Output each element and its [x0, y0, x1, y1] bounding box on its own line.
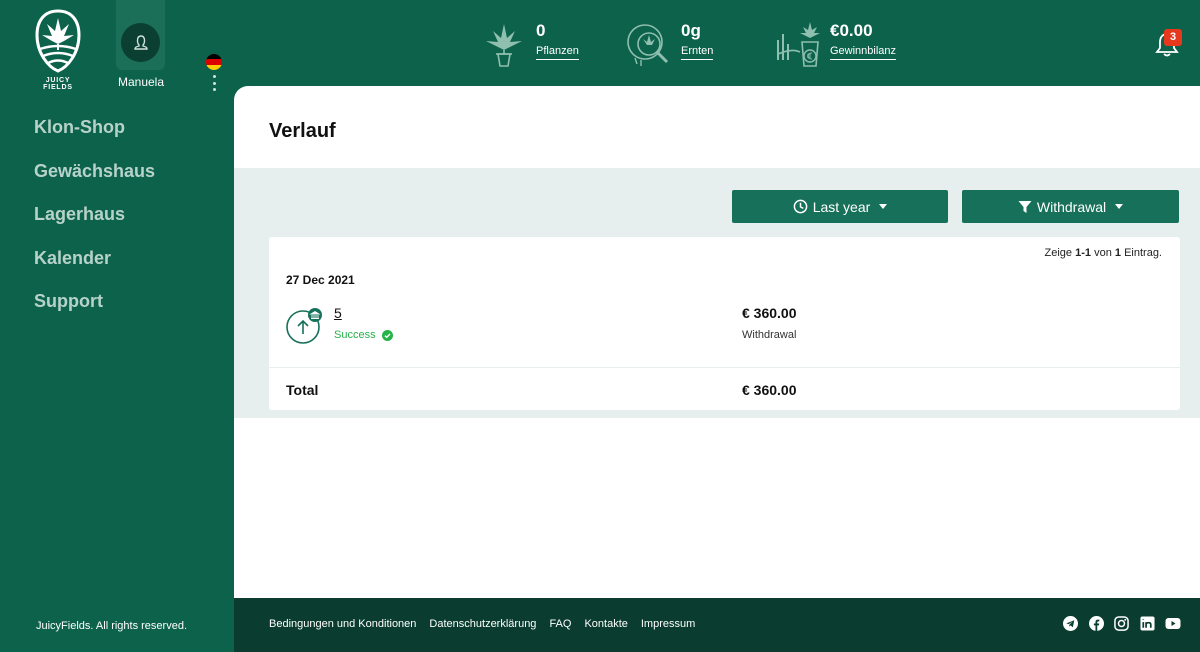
instagram-icon[interactable] — [1114, 616, 1129, 631]
sidebar: JUICY FIELDS Manuela Klon-Shop Gewächsha… — [0, 0, 234, 652]
stat-ernten[interactable]: 0g Ernten — [625, 20, 714, 68]
stat-label[interactable]: Ernten — [681, 44, 714, 60]
copyright-text: JuicyFields. All rights reserved. — [36, 620, 187, 632]
footer-link-privacy[interactable]: Datenschutzerklärung — [429, 618, 536, 630]
results-prefix: Zeige — [1044, 247, 1073, 259]
check-circle-icon — [381, 329, 393, 341]
type-filter-button[interactable]: Withdrawal — [962, 190, 1179, 223]
stat-value: €0.00 — [830, 20, 873, 40]
total-label: Total — [286, 382, 319, 398]
youtube-icon[interactable] — [1165, 616, 1181, 631]
sidebar-item-support[interactable]: Support — [34, 289, 155, 333]
results-mid: von — [1094, 247, 1112, 259]
telegram-icon[interactable] — [1063, 616, 1078, 631]
main-panel: Verlauf Last year Withdrawal Zeige 1-1 v… — [234, 86, 1200, 598]
period-filter-label: Last year — [812, 198, 871, 215]
user-name[interactable]: Manuela — [112, 75, 170, 89]
sidebar-item-lagerhaus[interactable]: Lagerhaus — [34, 202, 155, 246]
avatar[interactable] — [121, 23, 160, 62]
transaction-amount: € 360.00 — [742, 305, 797, 321]
sidebar-item-kalender[interactable]: Kalender — [34, 246, 155, 290]
more-menu-icon[interactable] — [208, 75, 220, 91]
facebook-icon[interactable] — [1088, 616, 1104, 631]
linkedin-icon[interactable] — [1139, 616, 1155, 631]
chevron-down-icon — [879, 204, 888, 209]
results-suffix: Eintrag. — [1124, 247, 1162, 259]
juicyfields-logo[interactable]: JUICY FIELDS — [34, 9, 82, 91]
stat-label[interactable]: Pflanzen — [536, 44, 579, 60]
logo-leaf-icon — [35, 9, 81, 73]
filter-icon — [1018, 200, 1032, 213]
page-title: Verlauf — [269, 120, 336, 142]
status-badge: Success — [334, 329, 393, 341]
footer: Bedingungen und Konditionen Datenschutze… — [234, 598, 1200, 652]
stat-value: 0g — [681, 20, 701, 40]
chevron-down-icon — [1115, 204, 1124, 209]
stat-label[interactable]: Gewinnbilanz — [830, 44, 897, 60]
sidebar-item-klon-shop[interactable]: Klon-Shop — [34, 115, 155, 159]
sidebar-nav: Klon-Shop Gewächshaus Lagerhaus Kalender… — [34, 115, 155, 333]
stat-pflanzen[interactable]: 0 Pflanzen — [480, 20, 579, 68]
stat-gewinnbilanz[interactable]: €0.00 Gewinnbilanz — [774, 20, 897, 68]
total-value: € 360.00 — [742, 382, 797, 398]
withdrawal-arrow-icon — [286, 308, 322, 344]
clock-icon — [793, 199, 808, 214]
footer-links: Bedingungen und Konditionen Datenschutze… — [269, 618, 708, 630]
footer-link-faq[interactable]: FAQ — [549, 618, 571, 630]
flag-de-icon[interactable] — [206, 54, 222, 70]
transaction-type: Withdrawal — [742, 329, 797, 341]
status-text: Success — [334, 329, 376, 341]
plant-pot-icon — [486, 24, 522, 67]
period-filter-button[interactable]: Last year — [732, 190, 948, 223]
user-silhouette-icon — [133, 34, 148, 50]
transaction-id-link[interactable]: 5 — [334, 305, 342, 321]
notification-badge[interactable]: 3 — [1164, 29, 1182, 46]
footer-link-terms[interactable]: Bedingungen und Konditionen — [269, 618, 416, 630]
transaction-date: 27 Dec 2021 — [286, 273, 355, 287]
social-links — [1053, 616, 1181, 631]
profit-balance-icon — [777, 22, 820, 67]
footer-link-contacts[interactable]: Kontakte — [584, 618, 627, 630]
results-range: 1-1 — [1075, 247, 1092, 259]
transactions-card: Zeige 1-1 von 1 Eintrag. 27 Dec 2021 5 S… — [269, 237, 1180, 410]
results-total: 1 — [1114, 247, 1122, 259]
sidebar-item-gewaechshaus[interactable]: Gewächshaus — [34, 159, 155, 203]
stat-value: 0 — [536, 20, 546, 40]
type-filter-label: Withdrawal — [1036, 198, 1107, 215]
footer-link-imprint[interactable]: Impressum — [641, 618, 695, 630]
divider — [269, 367, 1180, 368]
results-count: Zeige 1-1 von 1 Eintrag. — [1045, 247, 1162, 259]
logo-caption: JUICY FIELDS — [43, 77, 73, 91]
harvest-magnifier-icon — [627, 24, 669, 66]
